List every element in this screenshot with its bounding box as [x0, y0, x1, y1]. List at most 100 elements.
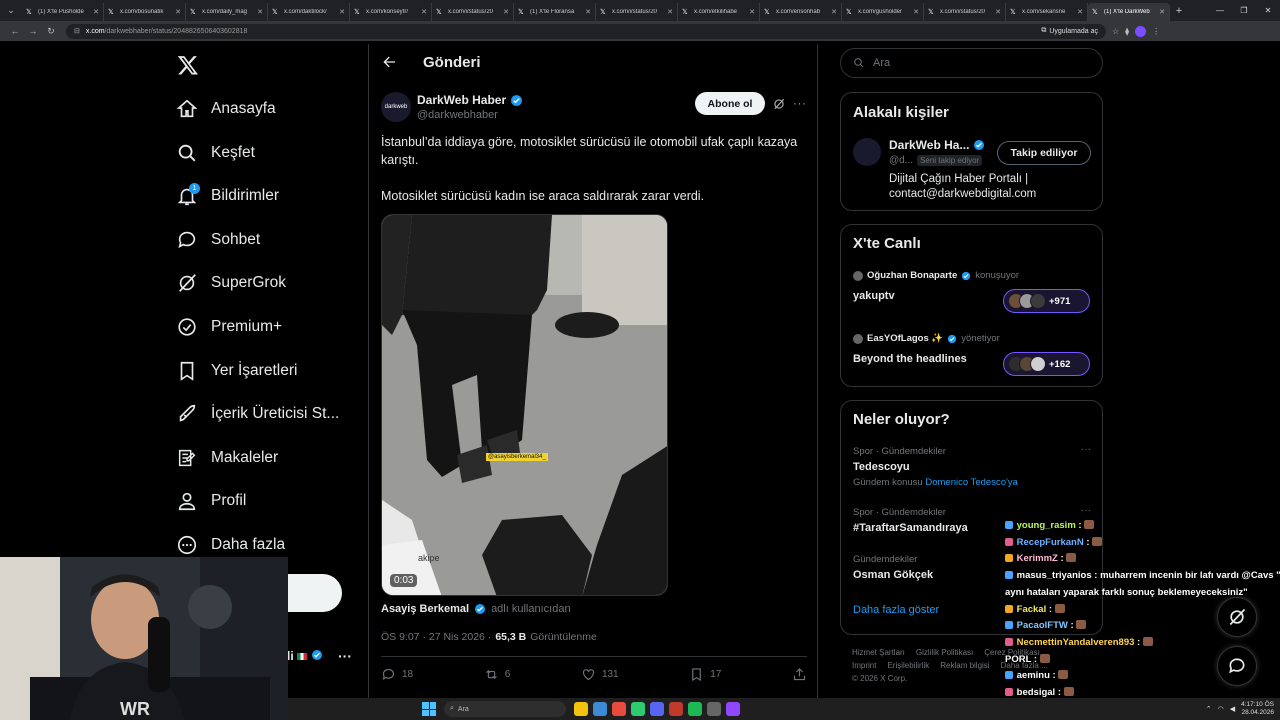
tab-close-icon[interactable]: ✕	[749, 8, 755, 16]
footer-link[interactable]: Gizlilik Politikası	[916, 648, 973, 657]
post-more-icon[interactable]: ···	[793, 96, 807, 110]
nav-item-chat[interactable]: Sohbet	[168, 220, 260, 260]
grok-icon[interactable]	[772, 97, 786, 111]
taskbar-search[interactable]: ⌕ Ara	[444, 701, 566, 717]
browser-tab[interactable]: 𝕏x.com/i/status/20 ✕	[924, 3, 1006, 21]
nav-item-bookmark[interactable]: Yer İşaretleri	[168, 351, 297, 391]
tab-close-icon[interactable]: ✕	[257, 8, 263, 16]
browser-tab[interactable]: 𝕏x.com/etkilihabe ✕	[678, 3, 760, 21]
nav-item-rocket[interactable]: İçerik Üreticisi St...	[168, 394, 339, 434]
tab-close-icon[interactable]: ✕	[667, 8, 673, 16]
browser-tab[interactable]: 𝕏x.com/ensonhab ✕	[760, 3, 842, 21]
nav-item-article[interactable]: Makaleler	[168, 438, 278, 478]
related-avatar[interactable]	[853, 138, 881, 166]
tab-close-icon[interactable]: ✕	[421, 8, 427, 16]
tab-close-icon[interactable]: ✕	[1077, 8, 1083, 16]
browser-tab[interactable]: 𝕏x.com/i/status/20 ✕	[596, 3, 678, 21]
post-timestamp[interactable]: ÖS 9:07 · 27 Nis 2026 ·	[381, 631, 491, 643]
post-video[interactable]: akipe @asayisberkemal34_ 0:03	[381, 214, 668, 596]
forward-nav-icon[interactable]: →	[24, 26, 42, 36]
trend-more-icon[interactable]: ···	[1081, 444, 1091, 455]
bookmark-button[interactable]: 17	[689, 667, 721, 682]
store-icon[interactable]	[593, 702, 607, 716]
tray-chevron-icon[interactable]: ⌃	[1206, 705, 1212, 713]
nav-item-verified[interactable]: Premium+	[168, 307, 282, 347]
volume-icon[interactable]: ◀	[1230, 705, 1235, 713]
tab-close-icon[interactable]: ✕	[175, 8, 181, 16]
repost-button[interactable]: 6	[484, 667, 510, 682]
tab-close-icon[interactable]: ✕	[585, 8, 591, 16]
tab-close-icon[interactable]: ✕	[831, 8, 837, 16]
browser-tab[interactable]: 𝕏x.com/gusholder ✕	[842, 3, 924, 21]
following-button[interactable]: Takip ediliyor	[997, 141, 1091, 165]
account-more-icon[interactable]: ···	[338, 648, 352, 664]
url-field[interactable]: ⊟ x.com /darkwebhaber/status/20488265064…	[66, 23, 1106, 39]
new-tab-button[interactable]: +	[1170, 5, 1188, 17]
footer-link[interactable]: Hizmet Şartları	[852, 648, 905, 657]
back-nav-icon[interactable]: ←	[6, 26, 24, 36]
share-button[interactable]	[792, 667, 807, 682]
browser-tab[interactable]: 𝕏 (1) X'te Floransa ✕	[514, 3, 596, 21]
back-arrow-icon[interactable]	[381, 54, 397, 70]
minimize-icon[interactable]: —	[1208, 6, 1232, 15]
tab-close-icon[interactable]: ✕	[93, 8, 99, 16]
search-input[interactable]: Ara	[840, 48, 1103, 78]
star-icon[interactable]: ☆	[1112, 27, 1119, 36]
browser-tab[interactable]: 𝕏x.com/sekansne ✕	[1006, 3, 1088, 21]
author-name-row[interactable]: DarkWeb Haber	[417, 93, 523, 107]
video-source-row[interactable]: Asayiş Berkemal adlı kullanıcıdan	[381, 603, 571, 615]
chrome-icon[interactable]	[612, 702, 626, 716]
tab-close-icon[interactable]: ✕	[339, 8, 345, 16]
nav-item-search[interactable]: Keşfet	[168, 133, 255, 173]
trend-more-icon[interactable]: ···	[1081, 505, 1091, 516]
browser-tab[interactable]: 𝕏x.com/daily_mag ✕	[186, 3, 268, 21]
reply-button[interactable]: 18	[381, 667, 413, 682]
profile-avatar[interactable]	[1135, 25, 1147, 37]
live-listeners-pill[interactable]: +971	[1003, 289, 1090, 313]
footer-link[interactable]: Erişilebilirlik	[887, 661, 929, 670]
maximize-icon[interactable]: ❐	[1232, 6, 1256, 15]
tab-close-icon[interactable]: ✕	[1159, 8, 1165, 16]
tab-search-icon[interactable]: ⌄	[0, 0, 22, 21]
clock[interactable]: 4:17:10 ÖS 28.04.2026	[1241, 701, 1274, 717]
browser-tab[interactable]: 𝕏x.com/bosunatik ✕	[104, 3, 186, 21]
site-info-icon[interactable]: ⊟	[74, 27, 80, 35]
show-more-link[interactable]: Daha fazla göster	[853, 604, 939, 616]
browser-tab[interactable]: 𝕏 (1) X'te DarkWeb ✕	[1088, 3, 1170, 21]
footer-link[interactable]: Reklam bilgisi	[940, 661, 989, 670]
x-logo-icon[interactable]	[177, 54, 199, 76]
live-listeners-pill[interactable]: +162	[1003, 352, 1090, 376]
file-explorer-icon[interactable]	[574, 702, 588, 716]
browser-tab[interactable]: 𝕏x.com/i/status/20 ✕	[432, 3, 514, 21]
tab-close-icon[interactable]: ✕	[913, 8, 919, 16]
footer-link[interactable]: Imprint	[852, 661, 876, 670]
app-icon-green[interactable]	[631, 702, 645, 716]
trend-context-link[interactable]: Domenico Tedesco'ya	[925, 477, 1017, 488]
browser-tab[interactable]: 𝕏 (1) X'te Pusholde ✕	[22, 3, 104, 21]
author-avatar[interactable]: darkweb	[381, 92, 411, 122]
start-icon[interactable]	[422, 702, 436, 716]
tab-close-icon[interactable]: ✕	[503, 8, 509, 16]
tab-close-icon[interactable]: ✕	[995, 8, 1001, 16]
like-button[interactable]: 131	[581, 667, 619, 682]
nav-item-grok[interactable]: SuperGrok	[168, 263, 286, 303]
browser-tab[interactable]: 𝕏x.com/konseytr/ ✕	[350, 3, 432, 21]
nav-item-home[interactable]: Anasayfa	[168, 89, 276, 129]
nav-item-person[interactable]: Profil	[168, 481, 246, 521]
spotify-icon[interactable]	[688, 702, 702, 716]
obs-icon[interactable]	[707, 702, 721, 716]
related-name-row[interactable]: DarkWeb Ha...	[889, 138, 985, 152]
app-icon-red[interactable]	[669, 702, 683, 716]
nav-item-bell[interactable]: 1 Bildirimler	[168, 176, 279, 216]
menu-icon[interactable]: ⋮	[1152, 27, 1160, 36]
wifi-icon[interactable]: ◠	[1218, 705, 1224, 713]
extensions-icon[interactable]: ⧫	[1125, 27, 1129, 36]
browser-tab[interactable]: 𝕏x.com/daktilock/ ✕	[268, 3, 350, 21]
discord-icon[interactable]	[650, 702, 664, 716]
close-window-icon[interactable]: ✕	[1256, 6, 1280, 15]
author-handle[interactable]: @darkwebhaber	[417, 109, 498, 121]
install-app-button[interactable]: ⧉ Uygulamada aç	[1041, 27, 1098, 35]
twitch-icon[interactable]	[726, 702, 740, 716]
reload-icon[interactable]: ↻	[42, 26, 60, 37]
subscribe-button[interactable]: Abone ol	[695, 92, 765, 115]
